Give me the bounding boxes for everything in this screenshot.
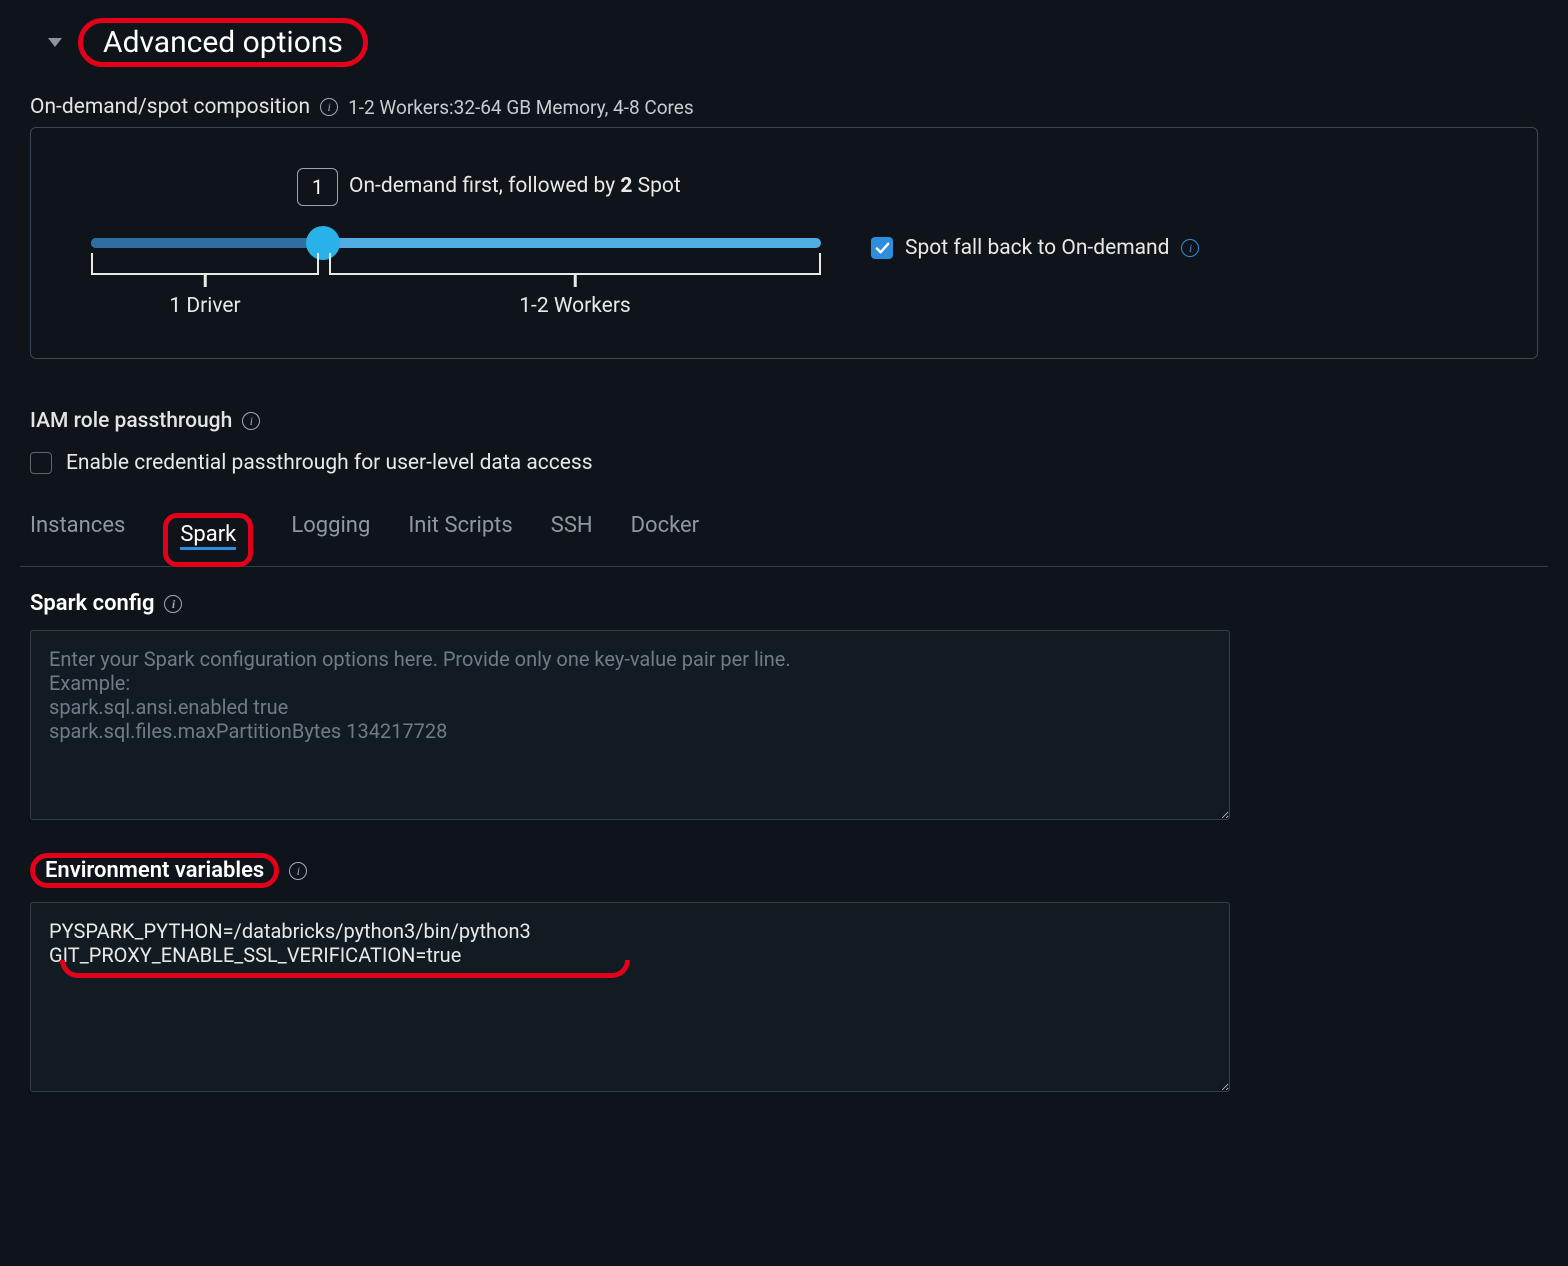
iam-passthrough-checkbox[interactable] (30, 452, 52, 474)
iam-checkbox-label: Enable credential passthrough for user-l… (66, 451, 593, 475)
info-icon[interactable]: i (289, 862, 307, 880)
composition-label-row: On-demand/spot composition i 1-2 Workers… (20, 87, 1548, 127)
spark-config-textarea[interactable] (30, 630, 1230, 820)
driver-bracket (91, 253, 319, 275)
info-icon[interactable]: i (320, 98, 338, 116)
tab-logging[interactable]: Logging (291, 513, 370, 566)
slider-fill (91, 238, 323, 248)
composition-summary: 1-2 Workers:32-64 GB Memory, 4-8 Cores (348, 96, 694, 119)
config-tabs: Instances Spark Logging Init Scripts SSH… (20, 493, 1548, 567)
tab-ssh[interactable]: SSH (551, 513, 593, 566)
spot-fallback-checkbox[interactable] (871, 237, 893, 259)
tab-docker[interactable]: Docker (631, 513, 700, 566)
info-icon[interactable]: i (242, 412, 260, 430)
iam-section: IAM role passthrough i Enable credential… (20, 389, 1548, 493)
composition-panel: 1 On-demand first, followed by 2 Spot 1 … (30, 127, 1538, 359)
highlight-spark-tab: Spark (163, 513, 253, 567)
spot-fallback-checkbox-row: Spot fall back to On-demand i (871, 236, 1199, 260)
composition-label: On-demand/spot composition (30, 95, 310, 119)
chevron-down-icon (48, 38, 62, 47)
inline-prefix: On-demand first, followed by (349, 174, 620, 198)
driver-label: 1 Driver (91, 294, 319, 318)
info-icon[interactable]: i (1181, 239, 1199, 257)
info-icon[interactable]: i (164, 595, 182, 613)
env-vars-textarea[interactable] (30, 902, 1230, 1092)
inline-bold: 2 (620, 174, 632, 198)
composition-slider[interactable]: 1 On-demand first, followed by 2 Spot 1 … (81, 168, 831, 328)
workers-label: 1-2 Workers (329, 294, 821, 318)
check-icon (875, 241, 890, 256)
advanced-options-header[interactable]: Advanced options (20, 0, 1548, 87)
highlight-advanced-options: Advanced options (78, 18, 368, 67)
slider-inline-label: On-demand first, followed by 2 Spot (349, 174, 681, 198)
tab-init-scripts[interactable]: Init Scripts (408, 513, 512, 566)
slider-tooltip: 1 (297, 168, 338, 206)
spark-config-label: Spark config (30, 591, 154, 616)
spot-fallback-label: Spot fall back to On-demand (905, 236, 1169, 260)
env-vars-label: Environment variables (45, 858, 264, 883)
tab-spark[interactable]: Spark (180, 522, 236, 550)
iam-label: IAM role passthrough (30, 409, 232, 433)
workers-bracket (329, 253, 821, 275)
tab-instances[interactable]: Instances (30, 513, 125, 566)
highlight-env-vars-label: Environment variables (30, 853, 279, 888)
spark-config-section: Spark config i Environment variables i (20, 567, 1548, 1097)
inline-suffix: Spot (632, 174, 680, 198)
advanced-options-title: Advanced options (103, 25, 343, 60)
